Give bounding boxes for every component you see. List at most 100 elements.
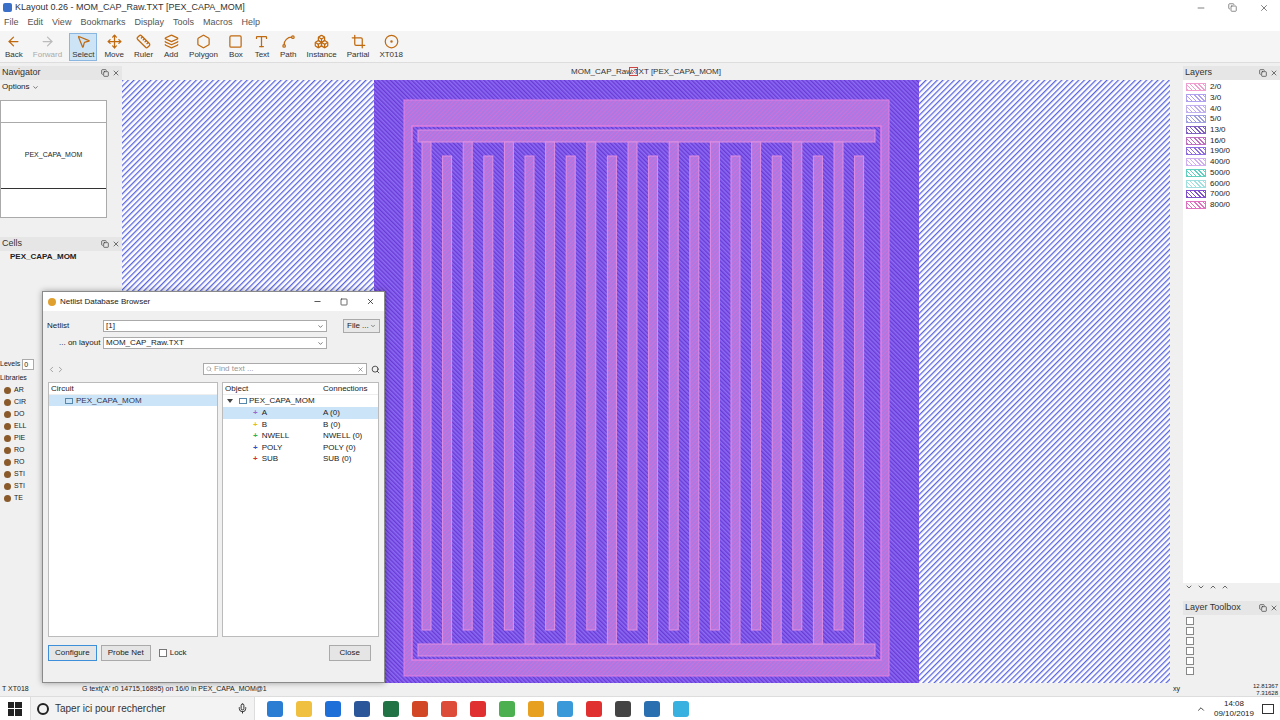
- layer-item[interactable]: 400/0: [1183, 157, 1280, 168]
- forward-icon[interactable]: [56, 365, 65, 374]
- toolbar-button[interactable]: Path: [277, 33, 299, 61]
- minimize-icon[interactable]: [1196, 3, 1206, 13]
- toolbar-button[interactable]: Ruler: [131, 33, 156, 61]
- toolbar-button[interactable]: Add: [160, 33, 182, 61]
- tool-icon: [196, 34, 211, 49]
- net-row[interactable]: +NWELLNWELL (0): [223, 430, 378, 442]
- cell-item[interactable]: PEX_CAPA_MOM: [0, 251, 122, 263]
- levels-field[interactable]: 0: [22, 359, 34, 370]
- toolbar-button[interactable]: Polygon: [186, 33, 221, 61]
- toolbar-button[interactable]: Partial: [344, 33, 373, 61]
- object-pane: ObjectConnectionsPEX_CAPA_MOM+AA (0)+BB …: [222, 382, 379, 637]
- layer-item[interactable]: 700/0: [1183, 189, 1280, 200]
- close-window-icon[interactable]: [1259, 3, 1269, 13]
- taskbar-app-icon[interactable]: [412, 701, 428, 717]
- taskbar-app-icon[interactable]: [528, 701, 544, 717]
- dialog-maximize-icon[interactable]: [340, 298, 348, 306]
- net-row[interactable]: +SUBSUB (0): [223, 453, 378, 465]
- net-row[interactable]: +AA (0): [223, 407, 378, 419]
- tool-icon: [76, 34, 91, 49]
- layer-item[interactable]: 16/0: [1183, 135, 1280, 146]
- lock-checkbox[interactable]: Lock: [159, 647, 187, 659]
- windows-icon[interactable]: [8, 702, 22, 716]
- menu-item[interactable]: Macros: [203, 16, 233, 30]
- navigator-options[interactable]: Options: [0, 80, 122, 94]
- panel-header: Layers: [1183, 66, 1280, 80]
- back-icon[interactable]: [47, 365, 56, 374]
- layer-item[interactable]: 800/0: [1183, 200, 1280, 211]
- layout-tab[interactable]: MOM_CAP_Raw.TXT [PEX_CAPA_MOM]: [571, 66, 721, 78]
- dialog-button[interactable]: Probe Net: [101, 645, 151, 661]
- dialog-close-icon[interactable]: [366, 297, 375, 306]
- menu-item[interactable]: Bookmarks: [80, 16, 125, 30]
- taskbar-app-icon[interactable]: [499, 701, 515, 717]
- menu-item[interactable]: Edit: [28, 16, 44, 30]
- float-icon[interactable]: [1259, 604, 1267, 612]
- find-field[interactable]: Find text ...: [203, 363, 367, 375]
- taskbar-app-icon[interactable]: [325, 701, 341, 717]
- clear-icon[interactable]: [357, 366, 364, 373]
- layer-item[interactable]: 4/0: [1183, 103, 1280, 114]
- taskbar-app-icon[interactable]: [644, 701, 660, 717]
- menu-item[interactable]: Help: [241, 16, 260, 30]
- layer-item[interactable]: 600/0: [1183, 178, 1280, 189]
- close-button[interactable]: Close: [329, 645, 371, 661]
- dialog-minimize-icon[interactable]: [313, 297, 322, 306]
- menu-item[interactable]: View: [52, 16, 71, 30]
- close-icon[interactable]: [112, 69, 120, 77]
- layer-swatch: [1186, 83, 1206, 91]
- layer-item[interactable]: 3/0: [1183, 93, 1280, 104]
- float-icon[interactable]: [101, 69, 109, 77]
- status-xy: xy: [1173, 684, 1253, 695]
- taskbar-app-icon[interactable]: [441, 701, 457, 717]
- toolbar-button[interactable]: Instance: [303, 33, 339, 61]
- taskbar-app-icon[interactable]: [354, 701, 370, 717]
- search-circle-icon: [37, 703, 49, 715]
- restore-icon[interactable]: [1228, 3, 1237, 12]
- tab-close-icon[interactable]: [629, 67, 638, 76]
- close-icon[interactable]: [1270, 604, 1278, 612]
- menu-item[interactable]: Tools: [173, 16, 194, 30]
- taskbar-app-icon[interactable]: [615, 701, 631, 717]
- notification-icon[interactable]: [1262, 704, 1274, 714]
- search-icon[interactable]: [371, 365, 380, 374]
- object-header: Object: [223, 383, 323, 394]
- taskbar-app-icon[interactable]: [557, 701, 573, 717]
- file-button[interactable]: File ...: [343, 319, 380, 333]
- layer-item[interactable]: 13/0: [1183, 125, 1280, 136]
- taskbar-app-icon[interactable]: [296, 701, 312, 717]
- layer-item[interactable]: 5/0: [1183, 114, 1280, 125]
- toolbar-button[interactable]: Text: [251, 33, 273, 61]
- netlist-select[interactable]: [1]: [103, 320, 327, 332]
- toolbar-button[interactable]: XT018: [376, 33, 406, 61]
- menu-bar: File Edit View Bookmarks Display Tools Macros H…: [0, 15, 1280, 31]
- net-row[interactable]: +BB (0): [223, 419, 378, 431]
- layer-item[interactable]: 2/0: [1183, 82, 1280, 93]
- menu-item[interactable]: Display: [134, 16, 164, 30]
- toolbar-button[interactable]: Box: [225, 33, 247, 61]
- tray-icon[interactable]: [1196, 704, 1206, 714]
- toolbar-button[interactable]: Back: [2, 33, 26, 61]
- navigator-view[interactable]: PEX_CAPA_MOM: [0, 100, 107, 218]
- dialog-button[interactable]: Configure: [48, 645, 97, 661]
- close-icon[interactable]: [1270, 69, 1278, 77]
- taskbar-app-icon[interactable]: [470, 701, 486, 717]
- tree-root[interactable]: PEX_CAPA_MOM: [223, 395, 378, 407]
- taskbar-app-icon[interactable]: [383, 701, 399, 717]
- layout-select[interactable]: MOM_CAP_Raw.TXT: [103, 337, 327, 349]
- menu-item[interactable]: File: [4, 16, 19, 30]
- taskbar-app-icon[interactable]: [673, 701, 689, 717]
- float-icon[interactable]: [101, 240, 109, 248]
- taskbar-search[interactable]: Taper ici pour rechercher: [30, 697, 255, 720]
- taskbar-app-icon[interactable]: [267, 701, 283, 717]
- float-icon[interactable]: [1259, 69, 1267, 77]
- toolbar-button[interactable]: Forward: [30, 33, 65, 61]
- circuit-item[interactable]: PEX_CAPA_MOM: [49, 395, 217, 406]
- net-row[interactable]: +POLYPOLY (0): [223, 442, 378, 454]
- layer-item[interactable]: 500/0: [1183, 168, 1280, 179]
- toolbar-button[interactable]: Move: [101, 33, 127, 61]
- taskbar-app-icon[interactable]: [586, 701, 602, 717]
- close-icon[interactable]: [112, 240, 120, 248]
- toolbar-button[interactable]: Select: [69, 33, 97, 61]
- layer-item[interactable]: 190/0: [1183, 146, 1280, 157]
